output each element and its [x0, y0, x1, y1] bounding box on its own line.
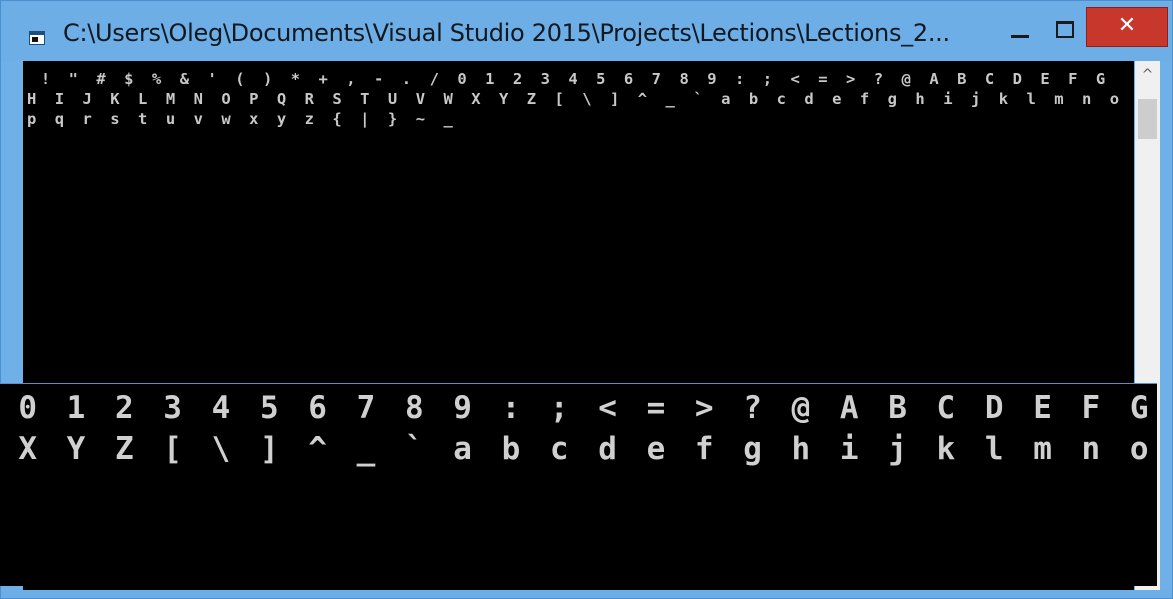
zoom-line: W X Y Z [ \ ] ^ _ ` a b c d e f g h i j … — [0, 431, 1155, 467]
title-bar[interactable]: C:\Users\Oleg\Documents\Visual Studio 20… — [1, 1, 1172, 61]
console-line: ! " # $ % & ' ( ) * + , - . / 0 1 2 3 4 … — [27, 70, 1110, 88]
scroll-thumb[interactable] — [1138, 99, 1157, 139]
minimize-icon — [1011, 35, 1029, 38]
zoomed-console-inset: / 0 1 2 3 4 5 6 7 8 9 : ; < = > ? @ A B … — [0, 383, 1157, 586]
close-button[interactable]: ✕ — [1086, 7, 1168, 47]
zoomed-console-text: / 0 1 2 3 4 5 6 7 8 9 : ; < = > ? @ A B … — [0, 388, 1154, 511]
zoom-line: / 0 1 2 3 4 5 6 7 8 9 : ; < = > ? @ A B … — [0, 390, 1155, 426]
console-line: p q r s t u v w x y z { | } ~ _ — [27, 110, 458, 128]
console-line: H I J K L M N O P Q R S T U V W X Y Z [ … — [27, 90, 1124, 108]
console-text: ! " # $ % & ' ( ) * + , - . / 0 1 2 3 4 … — [23, 61, 1134, 129]
console-app-icon[interactable] — [29, 31, 45, 45]
scroll-up-arrow-icon[interactable]: ^ — [1135, 61, 1160, 85]
window-bottom-border — [1, 590, 1172, 598]
close-icon: ✕ — [1117, 13, 1137, 38]
maximize-button[interactable] — [1047, 15, 1083, 45]
maximize-icon — [1056, 21, 1074, 38]
window-title: C:\Users\Oleg\Documents\Visual Studio 20… — [63, 19, 950, 47]
minimize-button[interactable] — [1002, 15, 1038, 45]
